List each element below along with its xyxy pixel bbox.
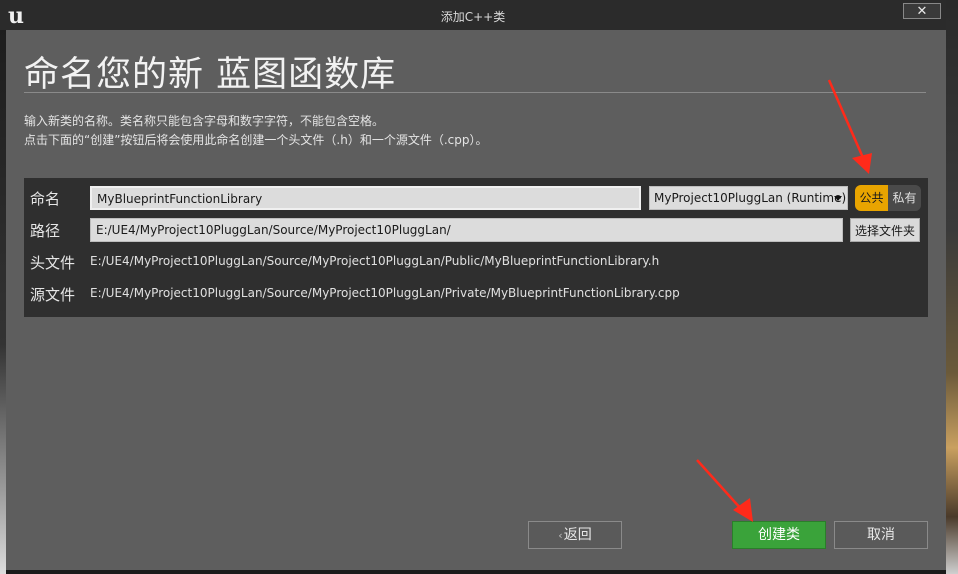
path-input[interactable]: E:/UE4/MyProject10PluggLan/Source/MyProj… [90,218,843,242]
module-dropdown-value: MyProject10PluggLan (Runtime) [654,191,847,205]
choose-folder-button[interactable]: 选择文件夹 [850,218,920,242]
header-file-label: 头文件 [30,254,76,272]
back-button[interactable]: ‹返回 [528,521,622,549]
chevron-left-icon: ‹ [558,529,563,542]
background-editor-right [946,0,958,574]
header-file-path: E:/UE4/MyProject10PluggLan/Source/MyProj… [90,254,660,268]
window-title: 添加C++类 [440,10,506,24]
dropdown-arrow-icon [834,196,842,201]
add-cpp-class-dialog: 命名您的新 蓝图函数库 输入新类的名称。类名称只能包含字母和数字字符，不能包含空… [6,30,946,570]
divider [24,92,926,93]
create-class-button[interactable]: 创建类 [732,521,826,549]
page-title: 命名您的新 蓝图函数库 [24,55,397,95]
class-form-panel: 命名 MyBlueprintFunctionLibrary MyProject1… [24,178,928,317]
description-line-1: 输入新类的名称。类名称只能包含字母和数字字符，不能包含空格。 [24,114,385,128]
module-dropdown[interactable]: MyProject10PluggLan (Runtime) [649,186,848,210]
back-button-label: 返回 [563,527,592,543]
visibility-private-option[interactable]: 私有 [888,185,921,211]
name-label: 命名 [30,190,61,208]
close-button[interactable]: ✕ [903,3,941,19]
description-line-2: 点击下面的“创建”按钮后将会使用此命名创建一个头文件（.h）和一个源文件（.cp… [24,133,488,147]
source-file-label: 源文件 [30,286,76,304]
cancel-button[interactable]: 取消 [834,521,928,549]
title-bar: u 添加C++类 ✕ [0,0,946,30]
close-icon: ✕ [916,4,928,19]
visibility-public-option[interactable]: 公共 [855,185,888,211]
class-name-input[interactable]: MyBlueprintFunctionLibrary [90,186,641,210]
visibility-toggle[interactable]: 公共 私有 [855,185,921,211]
source-file-path: E:/UE4/MyProject10PluggLan/Source/MyProj… [90,286,680,300]
path-label: 路径 [30,222,61,240]
